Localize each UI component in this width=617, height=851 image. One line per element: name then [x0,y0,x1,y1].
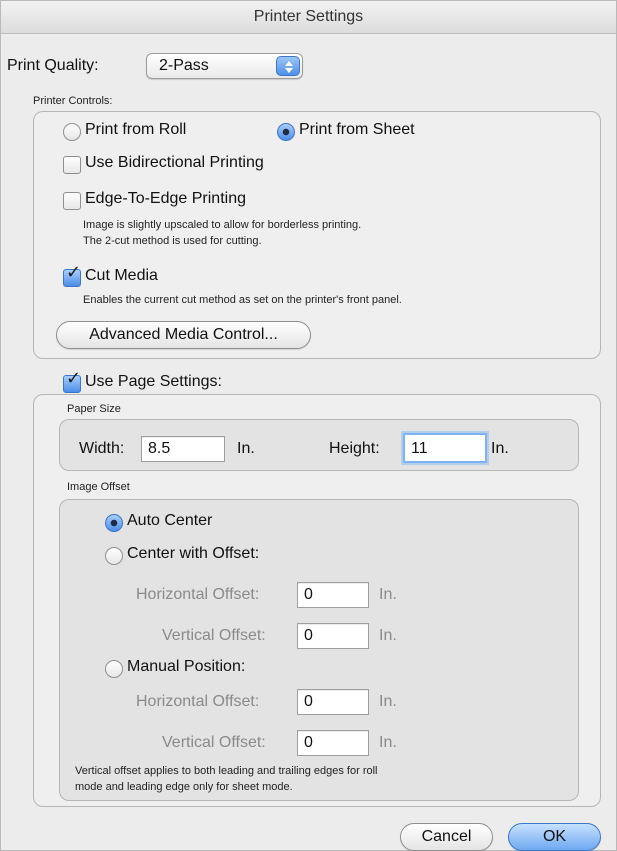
manual-vertical-offset-label: Vertical Offset: [162,734,266,751]
center-vertical-offset-value: 0 [304,627,313,644]
use-page-settings-checkbox[interactable]: ✓ [63,369,81,393]
manual-horizontal-offset-value: 0 [304,693,313,710]
cancel-button[interactable]: Cancel [400,823,493,851]
edge-desc-2: The 2-cut method is used for cutting. [83,235,262,247]
width-unit: In. [237,440,255,457]
image-offset-title: Image Offset [67,481,130,493]
width-label: Width: [79,440,125,457]
checkmark-icon: ✓ [66,368,82,388]
ok-button[interactable]: OK [508,823,601,851]
manual-position-label: Manual Position: [127,658,246,675]
print-from-roll-label: Print from Roll [85,121,187,138]
use-page-settings-label: Use Page Settings: [85,373,222,390]
print-quality-label: Print Quality: [7,57,99,74]
cut-media-label: Cut Media [85,267,158,284]
printer-controls-title: Printer Controls: [33,95,113,107]
manual-position-radio[interactable] [105,660,123,678]
cut-media-description: Enables the current cut method as set on… [83,294,402,306]
manual-vertical-offset-unit: In. [379,734,397,751]
center-horizontal-offset-label: Horizontal Offset: [136,586,260,603]
manual-horizontal-offset-label: Horizontal Offset: [136,693,260,710]
use-bidirectional-label: Use Bidirectional Printing [85,154,264,171]
height-label: Height: [329,440,380,457]
height-field[interactable]: 11 [403,433,487,463]
center-with-offset-radio[interactable] [105,547,123,565]
checkmark-icon: ✓ [66,262,82,282]
manual-vertical-offset-value: 0 [304,734,313,751]
height-unit: In. [491,440,509,457]
width-value: 8.5 [148,440,171,457]
window-title: Printer Settings [253,8,364,25]
center-horizontal-offset-field[interactable]: 0 [297,582,369,608]
center-horizontal-offset-value: 0 [304,586,313,603]
print-from-sheet-label: Print from Sheet [299,121,415,138]
advanced-media-control-button[interactable]: Advanced Media Control... [56,321,311,349]
manual-vertical-offset-field[interactable]: 0 [297,730,369,756]
offset-note-line-1: Vertical offset applies to both leading … [75,765,378,777]
print-from-roll-radio[interactable] [63,123,81,141]
print-from-sheet-radio[interactable] [277,123,295,141]
printer-settings-window: Printer Settings Print Quality: 2-Pass P… [0,0,617,851]
cut-media-checkbox[interactable]: ✓ [63,263,81,287]
window-titlebar: Printer Settings [1,1,616,34]
auto-center-radio[interactable] [105,514,123,532]
center-with-offset-label: Center with Offset: [127,545,260,562]
use-bidirectional-checkbox[interactable] [63,156,81,174]
center-vertical-offset-field[interactable]: 0 [297,623,369,649]
print-quality-popup[interactable]: 2-Pass [146,53,303,79]
edge-desc-1: Image is slightly upscaled to allow for … [83,219,362,231]
paper-size-title: Paper Size [67,403,121,415]
auto-center-label: Auto Center [127,512,213,529]
center-horizontal-offset-unit: In. [379,586,397,603]
center-vertical-offset-label: Vertical Offset: [162,627,266,644]
manual-horizontal-offset-unit: In. [379,693,397,710]
width-field[interactable]: 8.5 [141,436,225,462]
edge-to-edge-label: Edge-To-Edge Printing [85,190,246,207]
popup-stepper-icon [276,56,300,76]
center-vertical-offset-unit: In. [379,627,397,644]
height-value: 11 [411,440,428,457]
offset-note-line-2: mode and leading edge only for sheet mod… [75,781,293,793]
edge-to-edge-checkbox[interactable] [63,192,81,210]
manual-horizontal-offset-field[interactable]: 0 [297,689,369,715]
print-quality-value: 2-Pass [159,57,209,74]
